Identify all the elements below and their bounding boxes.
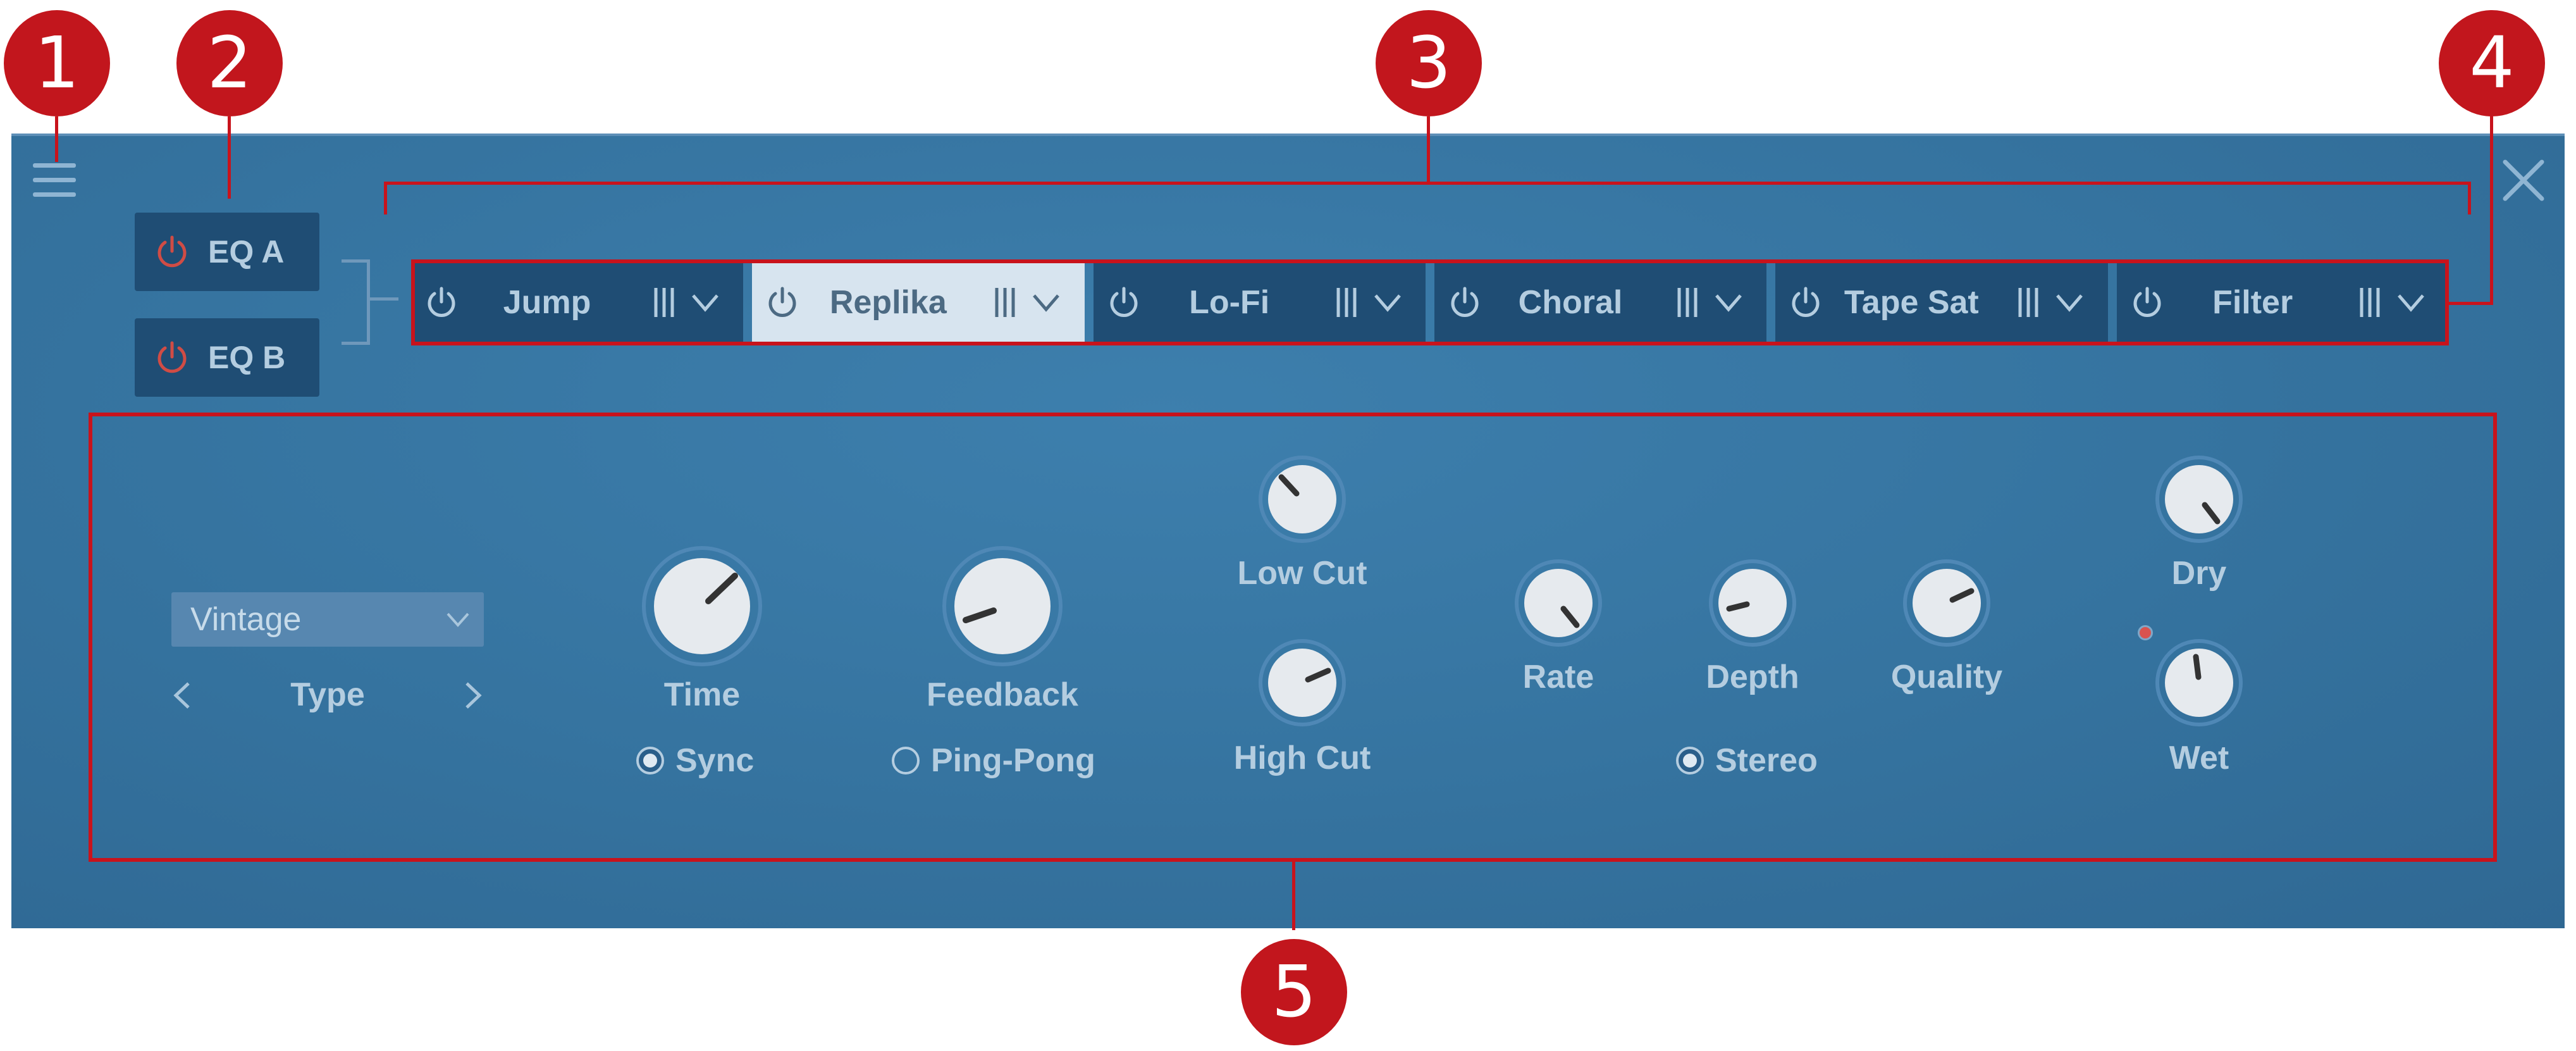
annotation-leader-line bbox=[1427, 116, 1430, 183]
annotation-marker: 5 bbox=[1241, 939, 1347, 1045]
close-x-icon bbox=[2503, 159, 2544, 201]
annotation-chain-box bbox=[411, 259, 2449, 345]
power-icon bbox=[157, 341, 187, 373]
eq-b-button[interactable]: EQ B bbox=[135, 318, 319, 397]
annotation-leader-line bbox=[228, 116, 231, 199]
eq-a-label: EQ A bbox=[208, 234, 285, 270]
annotation-bracket-right bbox=[2468, 182, 2471, 215]
eq-a-button[interactable]: EQ A bbox=[135, 213, 319, 291]
annotation-leader-line bbox=[1292, 861, 1295, 930]
hamburger-line bbox=[33, 178, 76, 182]
eq-routing-line bbox=[370, 297, 398, 301]
annotation-leader-line bbox=[2447, 302, 2493, 305]
annotation-leader-line bbox=[55, 116, 58, 162]
annotation-marker: 3 bbox=[1376, 10, 1482, 116]
annotation-device-box bbox=[89, 413, 2497, 862]
power-icon bbox=[157, 235, 187, 268]
annotation-bracket-top bbox=[384, 182, 2471, 185]
annotation-marker: 4 bbox=[2439, 10, 2545, 116]
annotation-marker: 1 bbox=[4, 10, 110, 116]
annotation-marker: 2 bbox=[176, 10, 283, 116]
eq-b-label: EQ B bbox=[208, 340, 286, 375]
annotation-bracket-left bbox=[384, 182, 387, 215]
eq-routing-bracket bbox=[342, 259, 370, 345]
menu-button[interactable] bbox=[33, 159, 78, 200]
hamburger-menu-icon bbox=[33, 163, 76, 168]
hamburger-line bbox=[33, 192, 76, 197]
annotation-leader-line bbox=[2490, 116, 2493, 305]
close-button[interactable] bbox=[2501, 158, 2546, 202]
